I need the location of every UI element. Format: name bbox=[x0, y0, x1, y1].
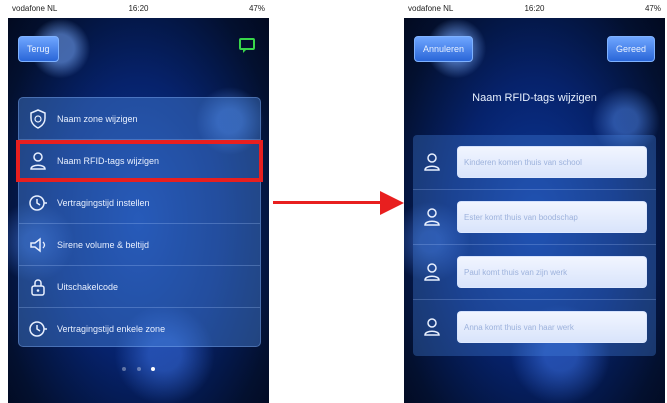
lock-icon bbox=[27, 276, 49, 298]
user-icon bbox=[417, 317, 447, 337]
arrow-head bbox=[380, 191, 404, 215]
rfid-name-input[interactable] bbox=[457, 311, 647, 343]
time-label: 16:20 bbox=[524, 4, 545, 13]
menu-item-label: Naam zone wijzigen bbox=[57, 113, 138, 124]
rfid-name-input[interactable] bbox=[457, 146, 647, 178]
menu-item-single-zone-delay[interactable]: Vertragingstijd enkele zone bbox=[19, 308, 260, 349]
menu-item-siren[interactable]: Sirene volume & beltijd bbox=[19, 224, 260, 266]
rfid-name-input[interactable] bbox=[457, 201, 647, 233]
user-icon bbox=[417, 262, 447, 282]
page-indicator bbox=[8, 358, 269, 376]
chat-icon[interactable] bbox=[239, 38, 255, 53]
user-icon bbox=[417, 207, 447, 227]
menu-item-label: Vertragingstijd instellen bbox=[57, 197, 150, 208]
rfid-row bbox=[413, 190, 656, 245]
page-dot-active[interactable] bbox=[150, 367, 155, 371]
done-button[interactable]: Gereed bbox=[606, 36, 655, 62]
rfid-name-input[interactable] bbox=[457, 256, 647, 288]
menu-item-delay-time[interactable]: Vertragingstijd instellen bbox=[19, 182, 260, 224]
menu-item-disarm-code[interactable]: Uitschakelcode bbox=[19, 266, 260, 308]
page-dot[interactable] bbox=[136, 367, 141, 371]
cancel-button[interactable]: Annuleren bbox=[414, 36, 474, 62]
rfid-name-list bbox=[413, 135, 656, 356]
shield-icon bbox=[27, 108, 49, 130]
rfid-row bbox=[413, 300, 656, 354]
timer-icon bbox=[27, 192, 49, 214]
status-bar: vodafone NL 16:20 47% bbox=[8, 0, 269, 18]
menu-item-label: Vertragingstijd enkele zone bbox=[57, 323, 166, 334]
page-title: Naam RFID-tags wijzigen bbox=[472, 92, 597, 104]
rfid-row bbox=[413, 245, 656, 300]
arrow-line bbox=[273, 201, 383, 204]
menu-item-label: Sirene volume & beltijd bbox=[57, 239, 150, 250]
battery-label: 47% bbox=[644, 4, 661, 13]
speaker-icon bbox=[27, 234, 49, 256]
user-icon bbox=[417, 152, 447, 172]
menu-item-zone-name[interactable]: Naam zone wijzigen bbox=[19, 98, 260, 140]
left-phone-screen: vodafone NL 16:20 47% Terug Naam zone wi… bbox=[8, 0, 269, 403]
time-label: 16:20 bbox=[128, 4, 149, 13]
status-bar: vodafone NL 16:20 47% bbox=[404, 0, 665, 18]
back-button[interactable]: Terug bbox=[18, 36, 59, 62]
menu-item-label: Uitschakelcode bbox=[57, 281, 119, 292]
timer-zone-icon bbox=[27, 318, 49, 340]
battery-label: 47% bbox=[248, 4, 265, 13]
page-dot[interactable] bbox=[122, 367, 127, 371]
right-phone-screen: vodafone NL 16:20 47% Annuleren Gereed N… bbox=[404, 0, 665, 403]
rfid-row bbox=[413, 135, 656, 190]
highlight-box bbox=[16, 140, 263, 182]
settings-menu: Naam zone wijzigen Naam RFID-tags wijzig… bbox=[16, 97, 263, 349]
